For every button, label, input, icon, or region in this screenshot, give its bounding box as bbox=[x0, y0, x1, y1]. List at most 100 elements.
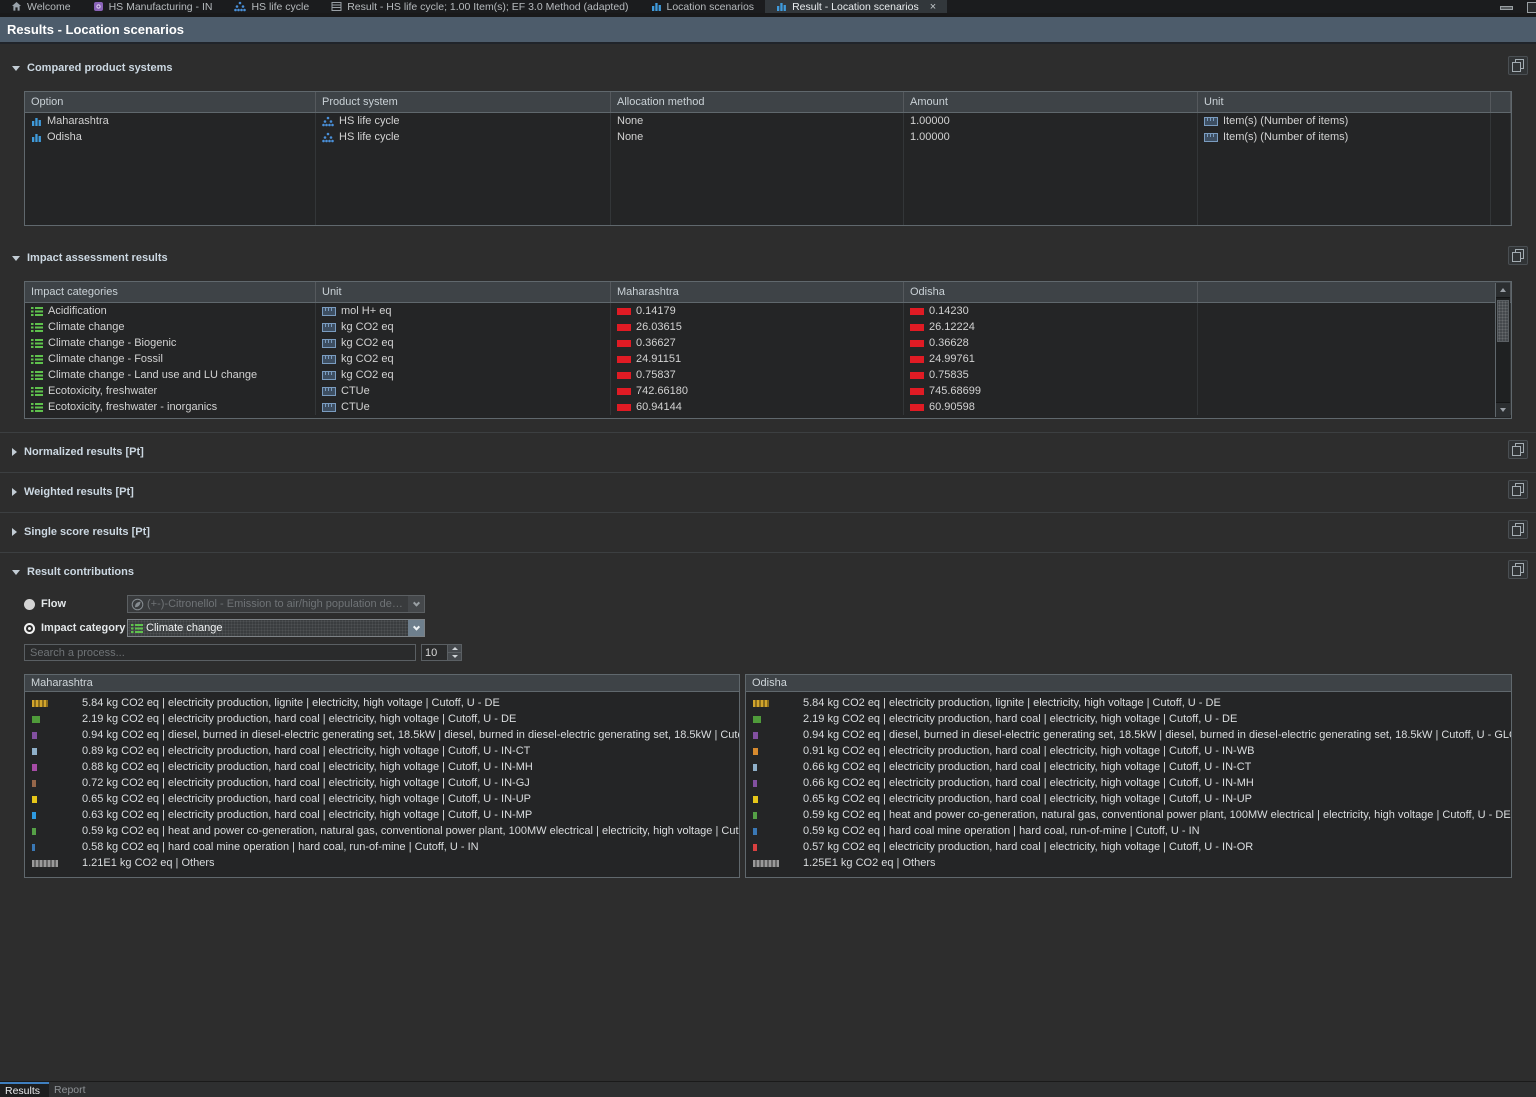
flow-radio[interactable] bbox=[24, 599, 35, 610]
table-row[interactable]: Climate change - Land use and LU change … bbox=[25, 367, 1511, 383]
tab-label: Result - Location scenarios bbox=[792, 1, 919, 13]
tab-welcome[interactable]: Welcome bbox=[0, 0, 82, 13]
contribution-row[interactable]: 0.59 kg CO2 eq | hard coal mine operatio… bbox=[746, 823, 1511, 839]
spinner-down-icon[interactable] bbox=[448, 652, 461, 660]
section-weighted-results[interactable]: Weighted results [Pt] bbox=[0, 473, 1536, 513]
copy-button[interactable] bbox=[1508, 560, 1528, 579]
impact-category-label: Impact category bbox=[41, 622, 127, 634]
contribution-row[interactable]: 2.19 kg CO2 eq | electricity production,… bbox=[25, 711, 739, 727]
copy-button[interactable] bbox=[1508, 56, 1528, 75]
column-header-odisha[interactable]: Odisha bbox=[904, 282, 1198, 302]
table-row[interactable]: Ecotoxicity, freshwater - inorganics CTU… bbox=[25, 399, 1511, 415]
contribution-row[interactable]: 0.66 kg CO2 eq | electricity production,… bbox=[746, 759, 1511, 775]
contribution-row[interactable]: 0.88 kg CO2 eq | electricity production,… bbox=[25, 759, 739, 775]
panel-title: Odisha bbox=[746, 675, 1511, 692]
contribution-row[interactable]: 0.59 kg CO2 eq | heat and power co-gener… bbox=[746, 807, 1511, 823]
contribution-row[interactable]: 5.84 kg CO2 eq | electricity production,… bbox=[25, 695, 739, 711]
table-row[interactable]: Ecotoxicity, freshwater CTUe 742.66180 7… bbox=[25, 383, 1511, 399]
section-compared-product-systems[interactable]: Compared product systems bbox=[12, 58, 1536, 78]
column-header-product-system[interactable]: Product system bbox=[316, 92, 611, 112]
contribution-row[interactable]: 5.84 kg CO2 eq | electricity production,… bbox=[746, 695, 1511, 711]
contribution-row[interactable]: 0.72 kg CO2 eq | electricity production,… bbox=[25, 775, 739, 791]
value-bar-icon bbox=[910, 356, 924, 363]
contribution-row[interactable]: 0.58 kg CO2 eq | hard coal mine operatio… bbox=[25, 839, 739, 855]
scrollbar-thumb[interactable] bbox=[1497, 300, 1509, 342]
table-row[interactable]: Climate change - Biogenic kg CO2 eq 0.36… bbox=[25, 335, 1511, 351]
count-spinner[interactable] bbox=[421, 644, 462, 661]
tab-hs-manufacturing[interactable]: HS Manufacturing - IN bbox=[82, 0, 224, 13]
tab-report-view[interactable]: Report bbox=[49, 1082, 95, 1097]
contribution-row[interactable]: 0.63 kg CO2 eq | electricity production,… bbox=[25, 807, 739, 823]
minimize-icon[interactable] bbox=[1500, 6, 1513, 10]
scroll-down-icon[interactable] bbox=[1496, 402, 1510, 417]
table-row[interactable]: Climate change kg CO2 eq 26.03615 26.122… bbox=[25, 319, 1511, 335]
contribution-row[interactable]: 0.94 kg CO2 eq | diesel, burned in diese… bbox=[25, 727, 739, 743]
tab-location-scenarios[interactable]: Location scenarios bbox=[640, 0, 766, 13]
tab-result-location-scenarios[interactable]: Result - Location scenarios × bbox=[765, 0, 947, 13]
impact-category-radio[interactable] bbox=[24, 623, 35, 634]
table-row[interactable]: Odisha HS life cycle None 1.00000 Item(s… bbox=[25, 129, 1511, 145]
contribution-row[interactable]: 1.25E1 kg CO2 eq | Others bbox=[746, 855, 1511, 871]
dropdown-arrow-icon[interactable] bbox=[408, 596, 424, 612]
value-bar-icon bbox=[617, 324, 631, 331]
copy-button[interactable] bbox=[1508, 480, 1528, 499]
section-result-contributions[interactable]: Result contributions bbox=[12, 562, 1536, 582]
unit-icon bbox=[322, 307, 336, 316]
table-row[interactable]: Acidification mol H+ eq 0.14179 0.14230 bbox=[25, 303, 1511, 319]
contributions-panel-maharashtra: Maharashtra 5.84 kg CO2 eq | electricity… bbox=[24, 674, 740, 878]
count-input[interactable] bbox=[422, 645, 447, 660]
expand-arrow-icon bbox=[12, 528, 17, 536]
tab-label: HS Manufacturing - IN bbox=[109, 1, 213, 13]
table-row[interactable]: Climate change - Fossil kg CO2 eq 24.911… bbox=[25, 351, 1511, 367]
spinner-up-icon[interactable] bbox=[448, 645, 461, 652]
contribution-row[interactable]: 1.21E1 kg CO2 eq | Others bbox=[25, 855, 739, 871]
tab-result-hs-life-cycle[interactable]: Result - HS life cycle; 1.00 Item(s); EF… bbox=[320, 0, 639, 13]
contribution-row[interactable]: 0.59 kg CO2 eq | heat and power co-gener… bbox=[25, 823, 739, 839]
impact-category-icon bbox=[31, 370, 43, 381]
bottom-tab-bar: Results Report bbox=[0, 1081, 1536, 1097]
column-header-maharashtra[interactable]: Maharashtra bbox=[611, 282, 904, 302]
table-row[interactable]: Maharashtra HS life cycle None 1.00000 I… bbox=[25, 113, 1511, 129]
maximize-icon[interactable] bbox=[1527, 2, 1536, 13]
contribution-row[interactable]: 0.65 kg CO2 eq | electricity production,… bbox=[746, 791, 1511, 807]
tab-label: Welcome bbox=[27, 1, 71, 13]
flow-label: Flow bbox=[41, 598, 127, 610]
section-single-score-results[interactable]: Single score results [Pt] bbox=[0, 513, 1536, 553]
tab-results-view[interactable]: Results bbox=[0, 1082, 49, 1097]
search-process-input[interactable] bbox=[24, 644, 416, 661]
column-header-impact-categories[interactable]: Impact categories bbox=[25, 282, 316, 302]
contribution-row[interactable]: 2.19 kg CO2 eq | electricity production,… bbox=[746, 711, 1511, 727]
collapse-arrow-icon bbox=[12, 570, 20, 575]
flow-select[interactable]: (+-)-Citronellol - Emission to air/high … bbox=[127, 595, 425, 613]
section-normalized-results[interactable]: Normalized results [Pt] bbox=[0, 433, 1536, 473]
contribution-row[interactable]: 0.89 kg CO2 eq | electricity production,… bbox=[25, 743, 739, 759]
copy-button[interactable] bbox=[1508, 440, 1528, 459]
column-header-allocation-method[interactable]: Allocation method bbox=[611, 92, 904, 112]
contribution-row[interactable]: 0.65 kg CO2 eq | electricity production,… bbox=[25, 791, 739, 807]
column-header-unit[interactable]: Unit bbox=[316, 282, 611, 302]
column-header-unit[interactable]: Unit bbox=[1198, 92, 1491, 112]
unit-icon bbox=[322, 371, 336, 380]
dropdown-arrow-icon[interactable] bbox=[408, 620, 424, 636]
scroll-up-icon[interactable] bbox=[1496, 283, 1510, 298]
tab-hs-life-cycle[interactable]: HS life cycle bbox=[223, 0, 320, 13]
value-bar-icon bbox=[910, 404, 924, 411]
vertical-scrollbar[interactable] bbox=[1495, 283, 1510, 417]
contribution-row[interactable]: 0.94 kg CO2 eq | diesel, burned in diese… bbox=[746, 727, 1511, 743]
copy-button[interactable] bbox=[1508, 520, 1528, 539]
impact-category-select[interactable]: Climate change bbox=[127, 619, 425, 637]
contribution-row[interactable]: 0.91 kg CO2 eq | electricity production,… bbox=[746, 743, 1511, 759]
contribution-row[interactable]: 0.57 kg CO2 eq | electricity production,… bbox=[746, 839, 1511, 855]
contribution-row[interactable]: 0.66 kg CO2 eq | electricity production,… bbox=[746, 775, 1511, 791]
column-header-option[interactable]: Option bbox=[25, 92, 316, 112]
close-tab-icon[interactable]: × bbox=[930, 2, 936, 12]
contribution-chip bbox=[753, 828, 757, 835]
contribution-chip bbox=[32, 780, 36, 787]
copy-button[interactable] bbox=[1508, 246, 1528, 265]
expand-arrow-icon bbox=[12, 488, 17, 496]
contribution-chip bbox=[753, 716, 761, 723]
unit-icon bbox=[1204, 117, 1218, 126]
column-header-amount[interactable]: Amount bbox=[904, 92, 1198, 112]
section-impact-assessment-results[interactable]: Impact assessment results bbox=[12, 248, 1536, 268]
flow-leaf-icon bbox=[131, 598, 144, 611]
